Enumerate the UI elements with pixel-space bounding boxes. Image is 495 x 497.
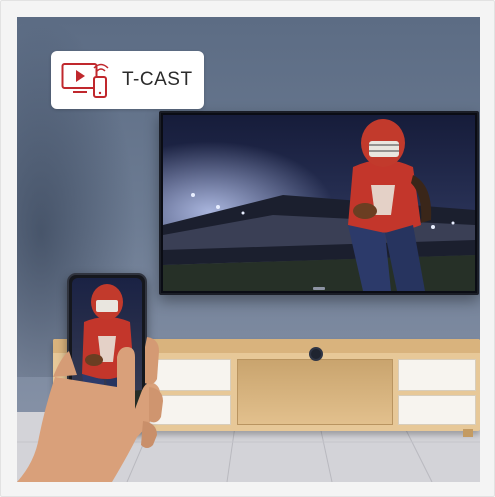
- cabinet-drawer: [398, 395, 476, 425]
- tv-screen-image: [163, 115, 475, 291]
- cabinet-drawer: [398, 359, 476, 391]
- speaker-dot: [309, 347, 323, 361]
- tcast-badge: T-CAST: [51, 51, 204, 109]
- television: [159, 111, 479, 295]
- cabinet-leg: [463, 429, 473, 437]
- hand-holding-phone: [17, 337, 163, 482]
- cabinet-open-shelf: [237, 359, 393, 425]
- image-frame: T-CAST: [0, 0, 495, 497]
- tv-brand-mark: [313, 287, 325, 290]
- cast-to-tv-icon: [61, 63, 109, 98]
- living-room-scene: T-CAST: [17, 17, 480, 482]
- tcast-label: T-CAST: [122, 69, 193, 90]
